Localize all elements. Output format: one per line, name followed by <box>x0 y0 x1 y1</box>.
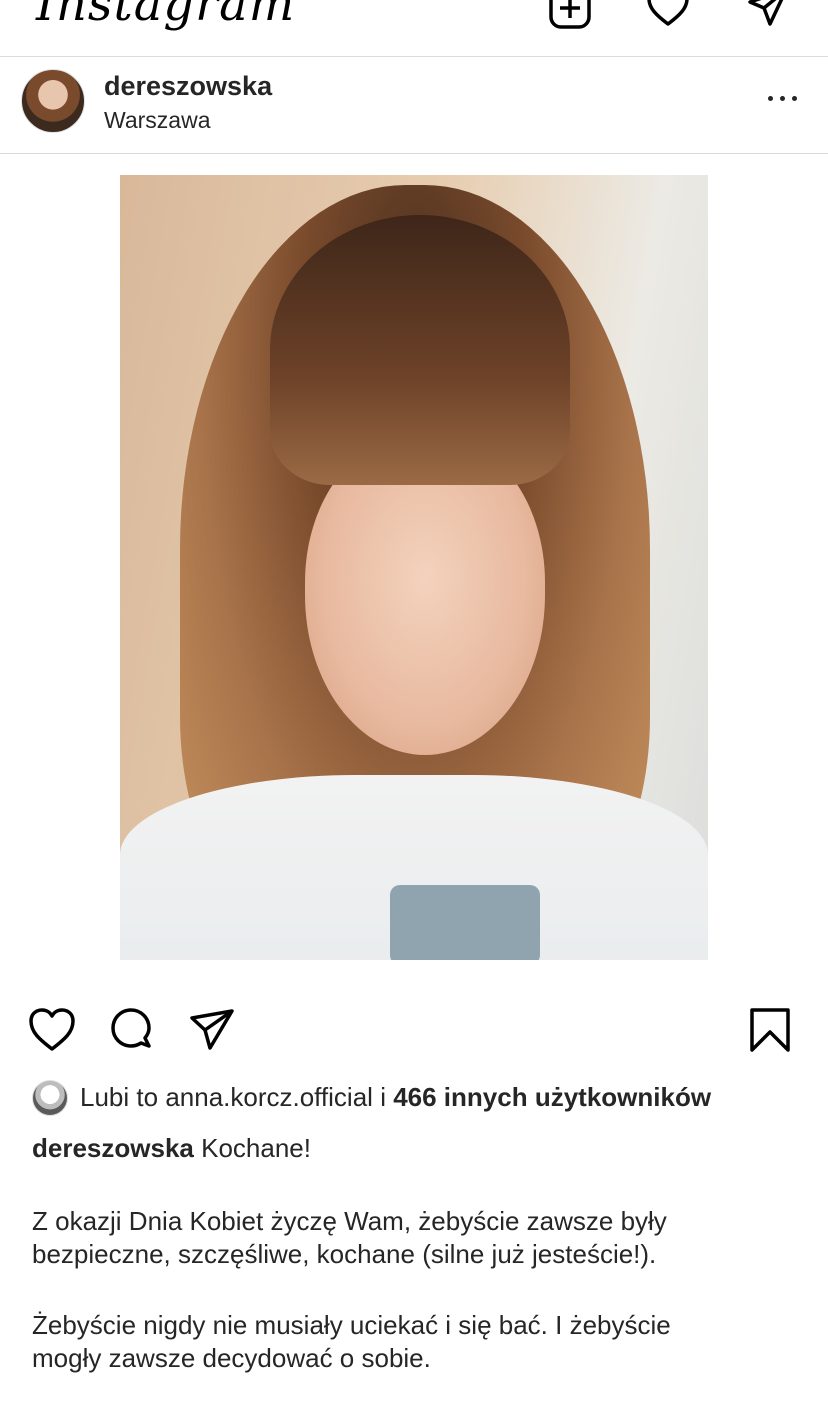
post-location[interactable]: Warszawa <box>104 107 211 134</box>
liker-username[interactable]: anna.korcz.official <box>165 1082 373 1112</box>
caption-text-first: Kochane! <box>201 1133 311 1163</box>
likes-conjunction: i <box>380 1082 386 1112</box>
caption-line: Z okazji Dnia Kobiet życzę Wam, żebyście… <box>32 1206 667 1236</box>
new-post-icon[interactable] <box>548 0 592 30</box>
caption-username[interactable]: dereszowska <box>32 1133 194 1163</box>
likes-count[interactable]: 466 innych użytkowników <box>393 1082 711 1112</box>
caption-line: Żebyście nigdy nie musiały uciekać i się… <box>32 1310 671 1340</box>
post-username[interactable]: dereszowska <box>104 71 272 102</box>
post-image[interactable] <box>120 175 708 960</box>
share-icon[interactable] <box>188 1006 236 1054</box>
caption-line: mogły zawsze decydować o sobie. <box>32 1343 431 1373</box>
post-header: dereszowska Warszawa <box>0 57 828 154</box>
photo-shirt-print <box>390 885 540 960</box>
likes-text: Lubi to anna.korcz.official i 466 innych… <box>80 1082 711 1113</box>
avatar[interactable] <box>21 69 85 133</box>
instagram-logo[interactable]: Instagram <box>36 0 295 32</box>
save-icon[interactable] <box>746 1006 794 1054</box>
likes-prefix: Lubi to <box>80 1082 159 1112</box>
liker-avatar[interactable] <box>32 1080 68 1116</box>
caption-line: bezpieczne, szczęśliwe, kochane (silne j… <box>32 1239 657 1269</box>
top-bar: Instagram <box>0 0 828 57</box>
comment-icon[interactable] <box>108 1006 156 1054</box>
more-options-icon[interactable] <box>766 83 800 113</box>
photo-bangs <box>270 215 570 485</box>
like-icon[interactable] <box>28 1006 76 1054</box>
caption-first-line: dereszowska Kochane! <box>32 1132 311 1165</box>
heart-icon[interactable] <box>646 0 690 30</box>
direct-message-icon[interactable] <box>746 0 790 30</box>
